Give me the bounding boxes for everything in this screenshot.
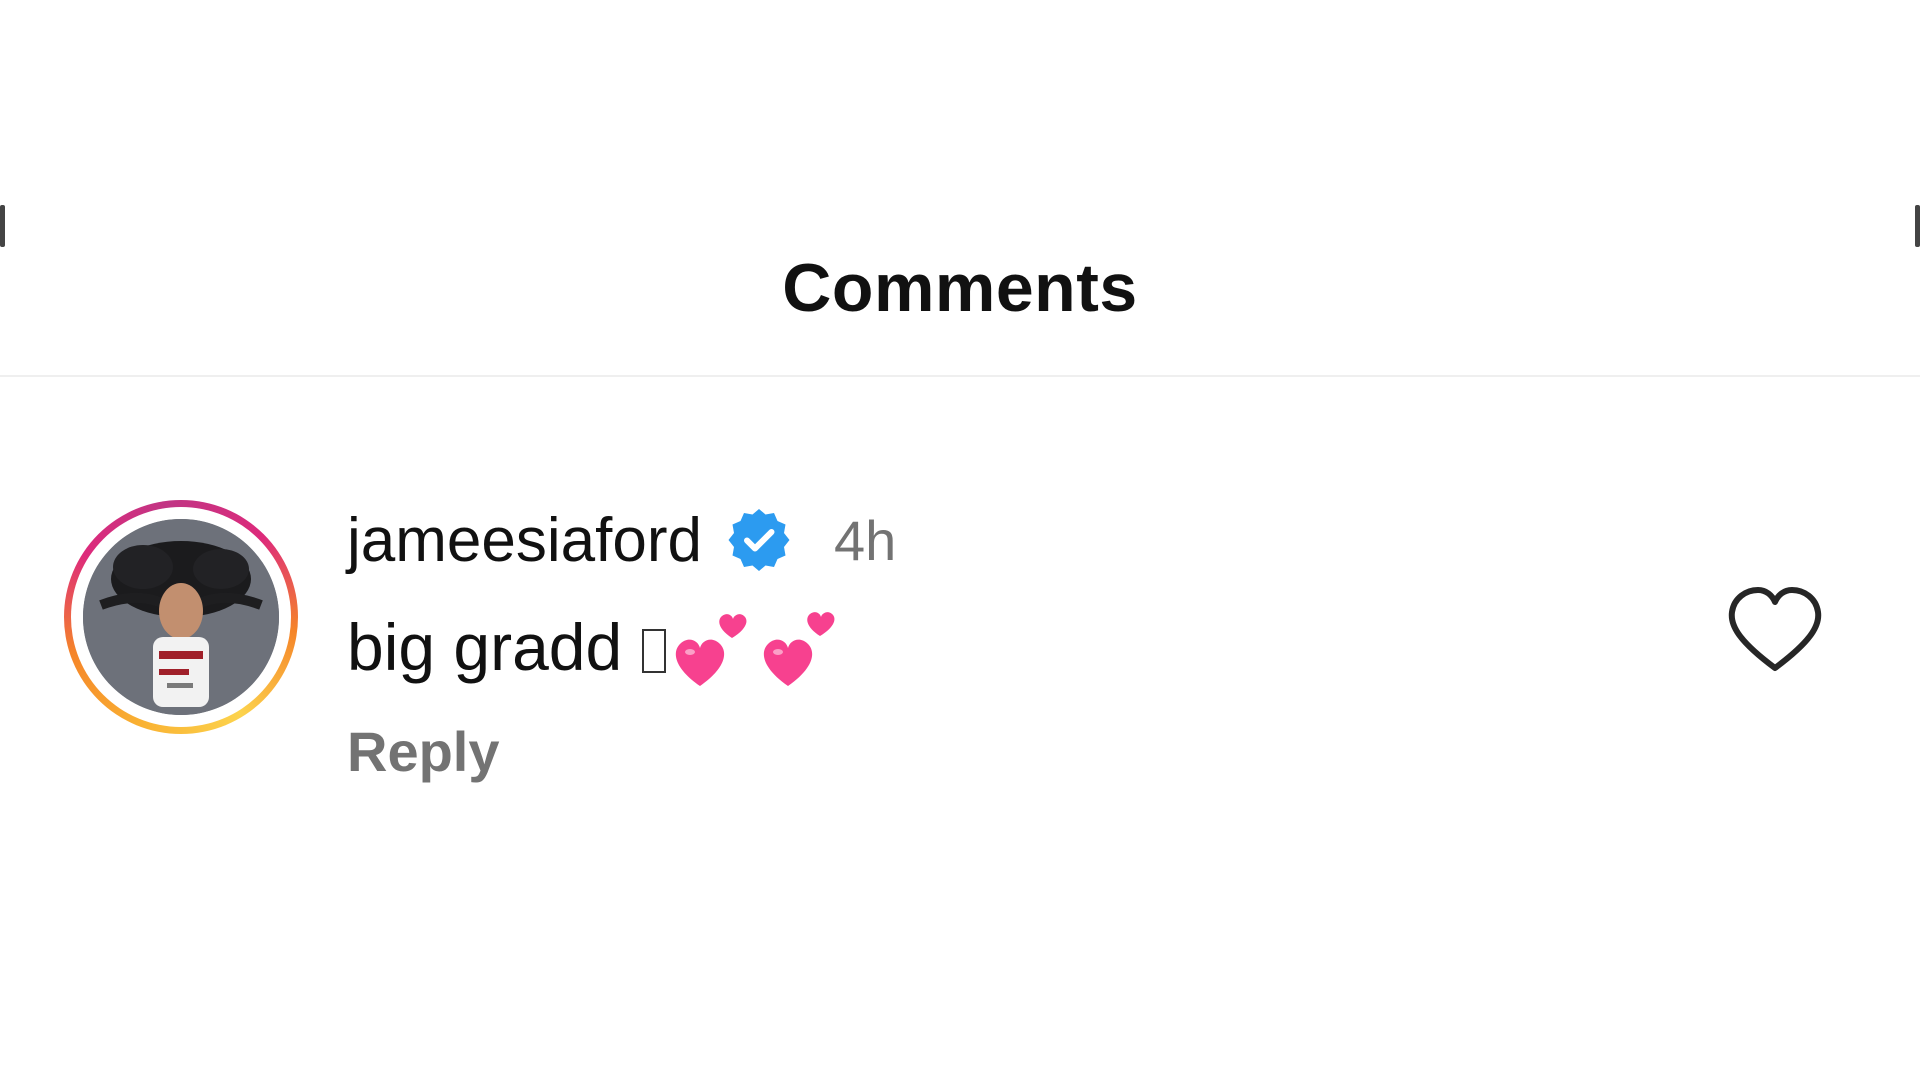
comment-item: jameesiaford 4h big gradd Reply [60,495,1860,825]
comments-sheet: Comments jameesiaford 4h big gradd Reply [0,0,1920,1080]
avatar-story-ring[interactable] [64,500,298,734]
avatar-ring-gap [71,507,291,727]
two-hearts-icon [676,612,835,686]
reply-button[interactable]: Reply [347,719,500,784]
comment-text: big gradd [347,610,623,684]
comment-meta: jameesiaford 4h [347,495,896,585]
avatar[interactable] [83,519,279,715]
avatar-photo [83,519,279,715]
comment-text-row: big gradd [347,587,896,707]
comments-header: Comments [0,200,1920,377]
heart-outline-icon[interactable] [1720,580,1830,680]
missing-glyph-box [642,629,667,673]
comment-body: jameesiaford 4h big gradd Reply [347,495,896,784]
verified-badge-icon [728,509,790,571]
page-title: Comments [782,249,1138,326]
timestamp: 4h [833,508,897,572]
username[interactable]: jameesiaford [347,505,702,576]
